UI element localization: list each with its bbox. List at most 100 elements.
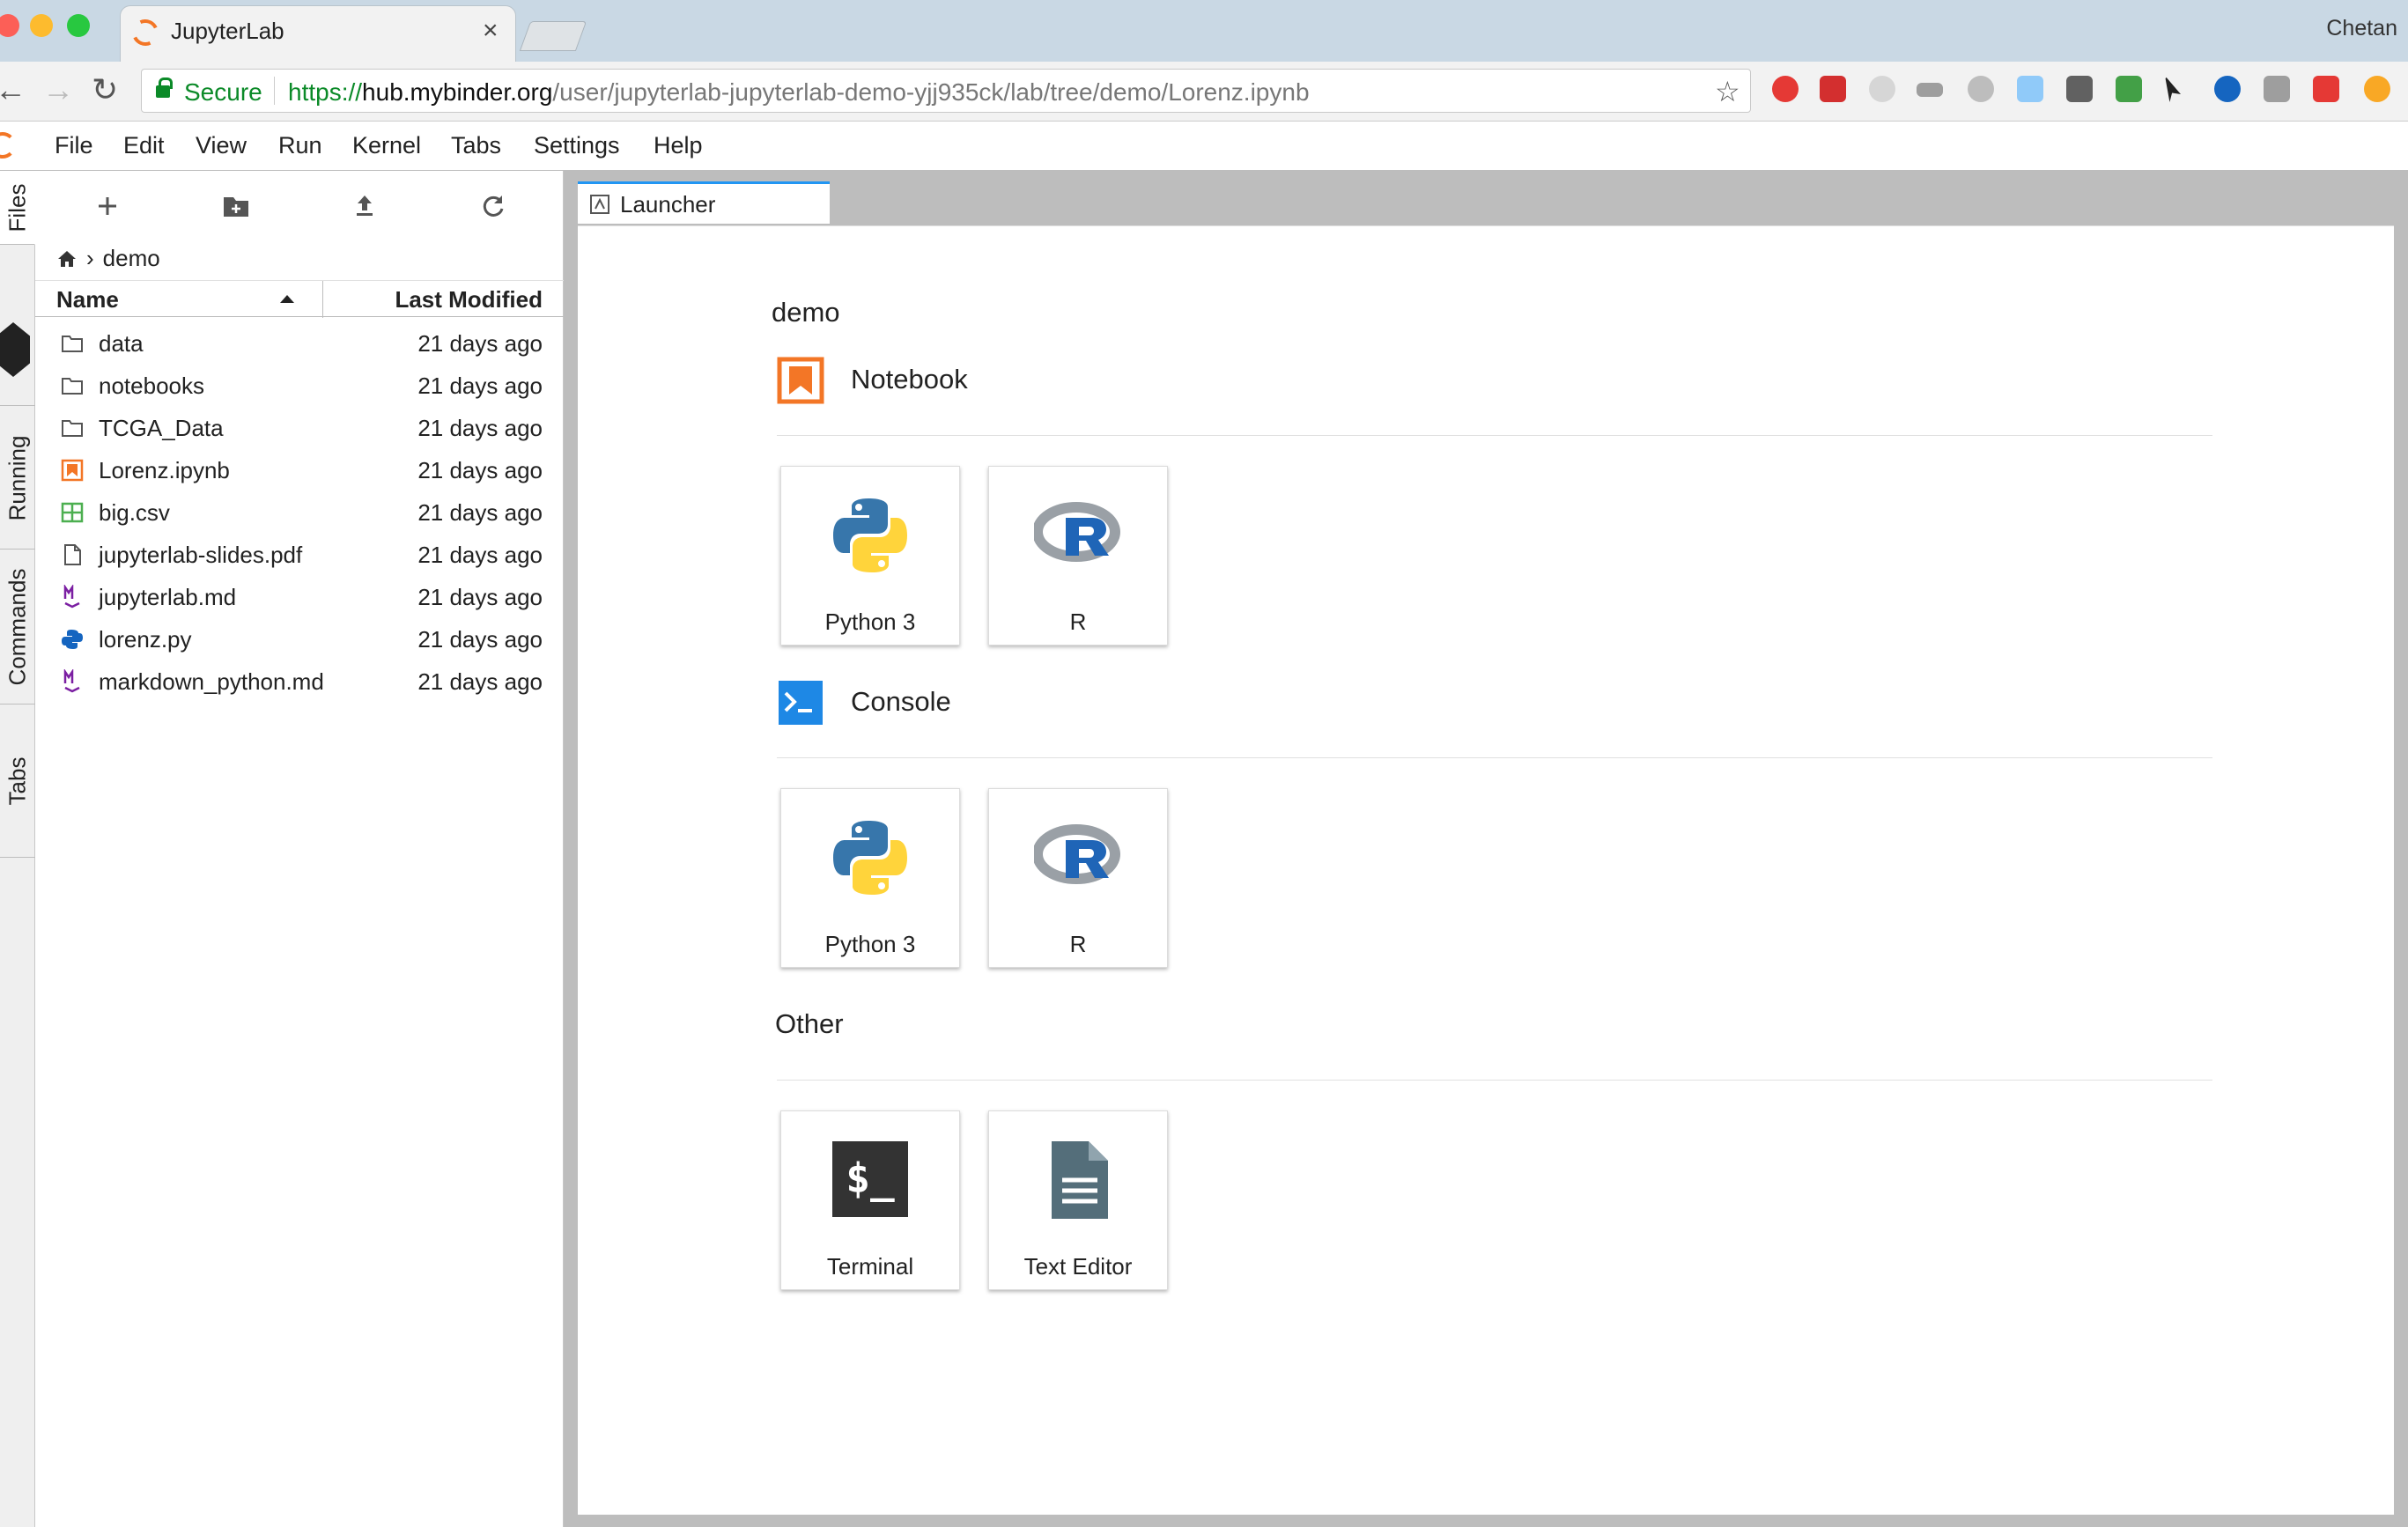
new-launcher-button[interactable] — [90, 188, 125, 224]
notebook-icon — [60, 458, 85, 483]
alert-icon[interactable] — [2364, 76, 2390, 102]
card-text-editor[interactable]: Text Editor — [988, 1110, 1168, 1290]
card-label: Python 3 — [824, 931, 916, 957]
forward-arrow-icon[interactable]: → — [42, 72, 74, 107]
card-console-r[interactable]: R — [988, 788, 1168, 968]
file-name: TCGA_Data — [99, 415, 224, 441]
browser-toolbar: ← → ↻ Secure https://hub.mybinder.org/us… — [0, 62, 2408, 122]
file-row-data[interactable]: data 21 days ago — [35, 322, 564, 365]
tab-tabs-label: Tabs — [4, 756, 31, 805]
cors-icon[interactable] — [1820, 76, 1846, 102]
url-text[interactable]: https://hub.mybinder.org/user/jupyterlab… — [288, 78, 1310, 107]
new-folder-button[interactable] — [218, 188, 254, 224]
bookmark-star-icon[interactable]: ☆ — [1715, 75, 1740, 108]
launcher-icon — [590, 195, 609, 214]
tab-files[interactable]: Files — [0, 171, 35, 245]
section-divider — [777, 435, 2212, 436]
card-terminal[interactable]: $_ Terminal — [780, 1110, 960, 1290]
secure-label: Secure — [184, 78, 262, 106]
section-divider — [777, 1080, 2212, 1081]
file-name: jupyterlab-slides.pdf — [99, 542, 303, 568]
search-icon[interactable] — [2214, 76, 2241, 102]
tab-divider — [0, 405, 35, 406]
card-console-python3[interactable]: Python 3 — [780, 788, 960, 968]
markdown-icon — [60, 668, 85, 694]
sort-ascending-icon[interactable] — [280, 295, 294, 303]
menu-tabs[interactable]: Tabs — [451, 132, 501, 159]
file-modified: 21 days ago — [417, 542, 543, 568]
file-modified: 21 days ago — [417, 330, 543, 357]
file-row-tcga-data[interactable]: TCGA_Data 21 days ago — [35, 407, 564, 449]
tab-commands[interactable]: Commands — [0, 550, 35, 704]
close-tab-icon[interactable]: × — [483, 16, 499, 46]
upload-button[interactable] — [347, 188, 382, 224]
aot-icon[interactable] — [2017, 76, 2043, 102]
home-icon[interactable] — [56, 248, 78, 269]
file-name: markdown_python.md — [99, 668, 324, 695]
file-list-header: Name Last Modified — [35, 280, 564, 318]
tab-launcher[interactable]: Launcher — [578, 181, 830, 224]
file-name: big.csv — [99, 499, 170, 526]
file-row-markdown-python-md[interactable]: markdown_python.md 21 days ago — [35, 660, 564, 703]
card-label: R — [1069, 609, 1087, 635]
breadcrumb-demo[interactable]: demo — [103, 245, 160, 272]
address-divider — [274, 77, 275, 105]
url-host: hub.mybinder.org — [362, 78, 553, 106]
k-icon[interactable] — [2116, 76, 2142, 102]
opera-icon[interactable] — [1772, 76, 1799, 102]
address-bar[interactable]: Secure https://hub.mybinder.org/user/jup… — [141, 69, 1751, 113]
card-notebook-r[interactable]: R — [988, 466, 1168, 645]
refresh-button[interactable] — [476, 188, 511, 224]
tab-tabs[interactable]: Tabs — [0, 704, 35, 858]
menu-file[interactable]: File — [55, 132, 93, 159]
column-name-header[interactable]: Name — [56, 286, 119, 314]
w-icon[interactable] — [1917, 83, 1943, 97]
menu-view[interactable]: View — [196, 132, 247, 159]
file-browser: › demo Name Last Modified data 21 days a… — [35, 171, 564, 1527]
column-modified-header[interactable]: Last Modified — [395, 286, 543, 314]
file-modified: 21 days ago — [417, 415, 543, 441]
browser-tab-title: JupyterLab — [171, 18, 284, 44]
terminal-icon: $_ — [832, 1141, 908, 1217]
tab-running[interactable]: Running — [0, 407, 35, 550]
feather-icon[interactable] — [1869, 76, 1895, 102]
tab-commands-label: Commands — [4, 568, 31, 685]
back-arrow-icon[interactable]: ← — [0, 72, 26, 107]
file-row-lorenz-ipynb[interactable]: Lorenz.ipynb 21 days ago — [35, 449, 564, 491]
file-modified: 21 days ago — [417, 457, 543, 483]
notebook-icon — [777, 357, 824, 404]
profile-name[interactable]: Chetan — [2326, 16, 2397, 41]
extension-manager-icon[interactable] — [0, 322, 30, 377]
card-label: R — [1069, 931, 1087, 957]
menu-help[interactable]: Help — [654, 132, 703, 159]
maximize-window-button[interactable] — [67, 14, 90, 37]
menu-settings[interactable]: Settings — [534, 132, 620, 159]
file-row-big-csv[interactable]: big.csv 21 days ago — [35, 491, 564, 534]
menu-edit[interactable]: Edit — [123, 132, 165, 159]
card-label: Text Editor — [1023, 1253, 1133, 1280]
new-folder-icon — [224, 197, 248, 217]
bug-icon[interactable] — [2313, 76, 2339, 102]
menu-kernel[interactable]: Kernel — [352, 132, 421, 159]
tab-files-label: Files — [4, 183, 31, 232]
file-modified: 21 days ago — [417, 499, 543, 526]
menu-run[interactable]: Run — [278, 132, 322, 159]
section-other-title: Other — [775, 1008, 844, 1039]
card-notebook-python3[interactable]: Python 3 — [780, 466, 960, 645]
file-row-jupyterlab-md[interactable]: jupyterlab.md 21 days ago — [35, 576, 564, 618]
plus-icon — [99, 197, 116, 215]
new-tab-button[interactable] — [519, 21, 587, 51]
file-row-lorenz-py[interactable]: lorenz.py 21 days ago — [35, 618, 564, 660]
file-modified: 21 days ago — [417, 668, 543, 695]
folder-icon — [60, 416, 85, 440]
w-square-icon[interactable] — [2066, 76, 2093, 102]
close-window-button[interactable] — [0, 14, 19, 37]
text-editor-icon — [1034, 1136, 1122, 1224]
minimize-window-button[interactable] — [30, 14, 53, 37]
lock-circle-icon[interactable] — [1968, 76, 1994, 102]
cloud-icon[interactable] — [2264, 76, 2290, 102]
reload-icon[interactable]: ↻ — [92, 72, 118, 107]
file-row-notebooks[interactable]: notebooks 21 days ago — [35, 365, 564, 407]
file-row-jupyterlab-slides-pdf[interactable]: jupyterlab-slides.pdf 21 days ago — [35, 534, 564, 576]
column-divider — [322, 281, 323, 318]
